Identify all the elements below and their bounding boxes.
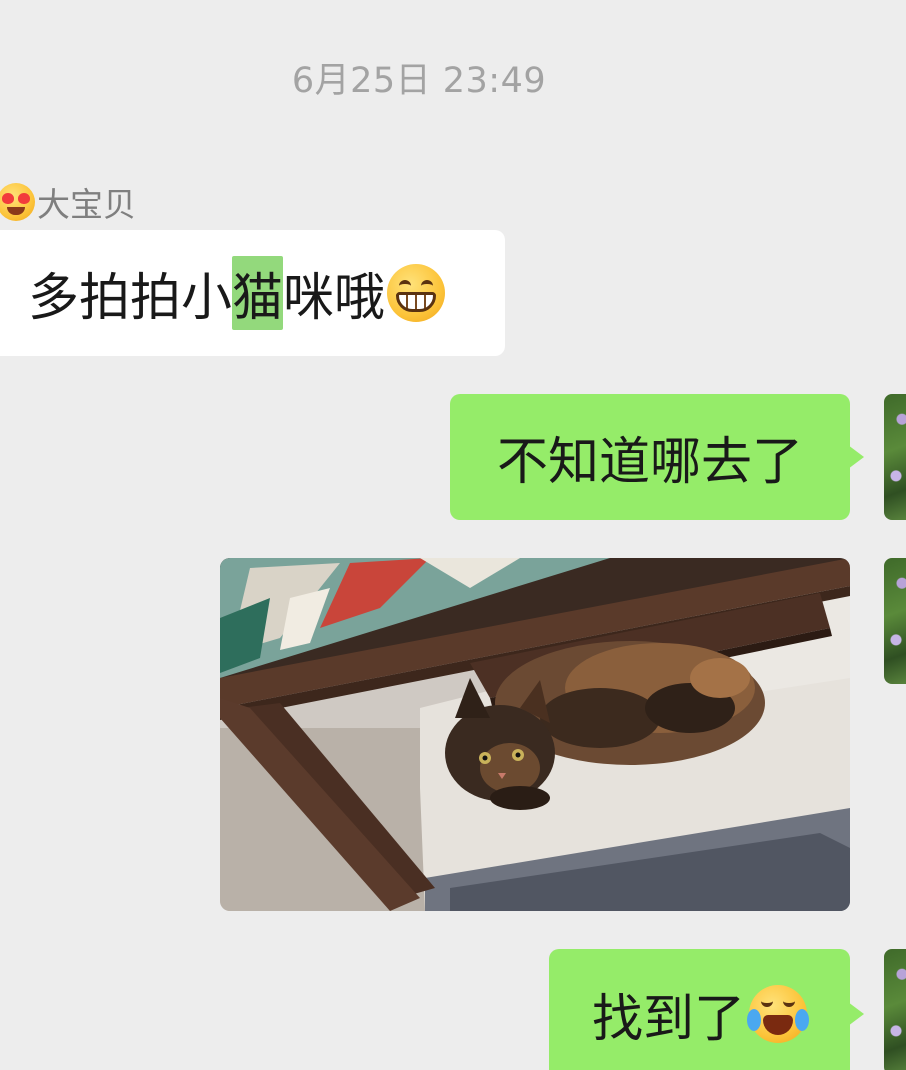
image-message[interactable]	[220, 558, 850, 911]
sender-name: 大宝贝	[37, 185, 136, 224]
message-bubble-outgoing[interactable]: 找到了	[549, 949, 864, 1070]
my-avatar[interactable]	[884, 394, 906, 520]
message-timestamp: 6月25日 23:49	[291, 61, 547, 101]
my-avatar[interactable]	[884, 949, 906, 1070]
message-text: 多拍拍小	[28, 269, 233, 328]
sender-name-row: 大宝贝	[0, 180, 136, 224]
message-text: 咪哦	[283, 269, 386, 328]
grinning-teeth-emoji-icon	[387, 264, 446, 322]
message-bubble-outgoing[interactable]: 不知道哪去了	[450, 394, 864, 520]
highlighted-keyword[interactable]: 猫	[232, 256, 284, 330]
message-text: 不知道哪去了	[496, 433, 803, 492]
my-avatar[interactable]	[884, 558, 906, 684]
laughing-crying-emoji-icon	[747, 985, 809, 1043]
cat-photo	[220, 558, 850, 911]
chat-screen: 6月25日 23:49 大宝贝 多拍拍小猫咪哦 不知道哪去了 找到了	[0, 0, 906, 1070]
message-bubble-incoming[interactable]: 多拍拍小猫咪哦	[0, 230, 505, 356]
heart-eyes-emoji-icon	[0, 183, 35, 221]
message-text: 找到了	[591, 990, 745, 1049]
